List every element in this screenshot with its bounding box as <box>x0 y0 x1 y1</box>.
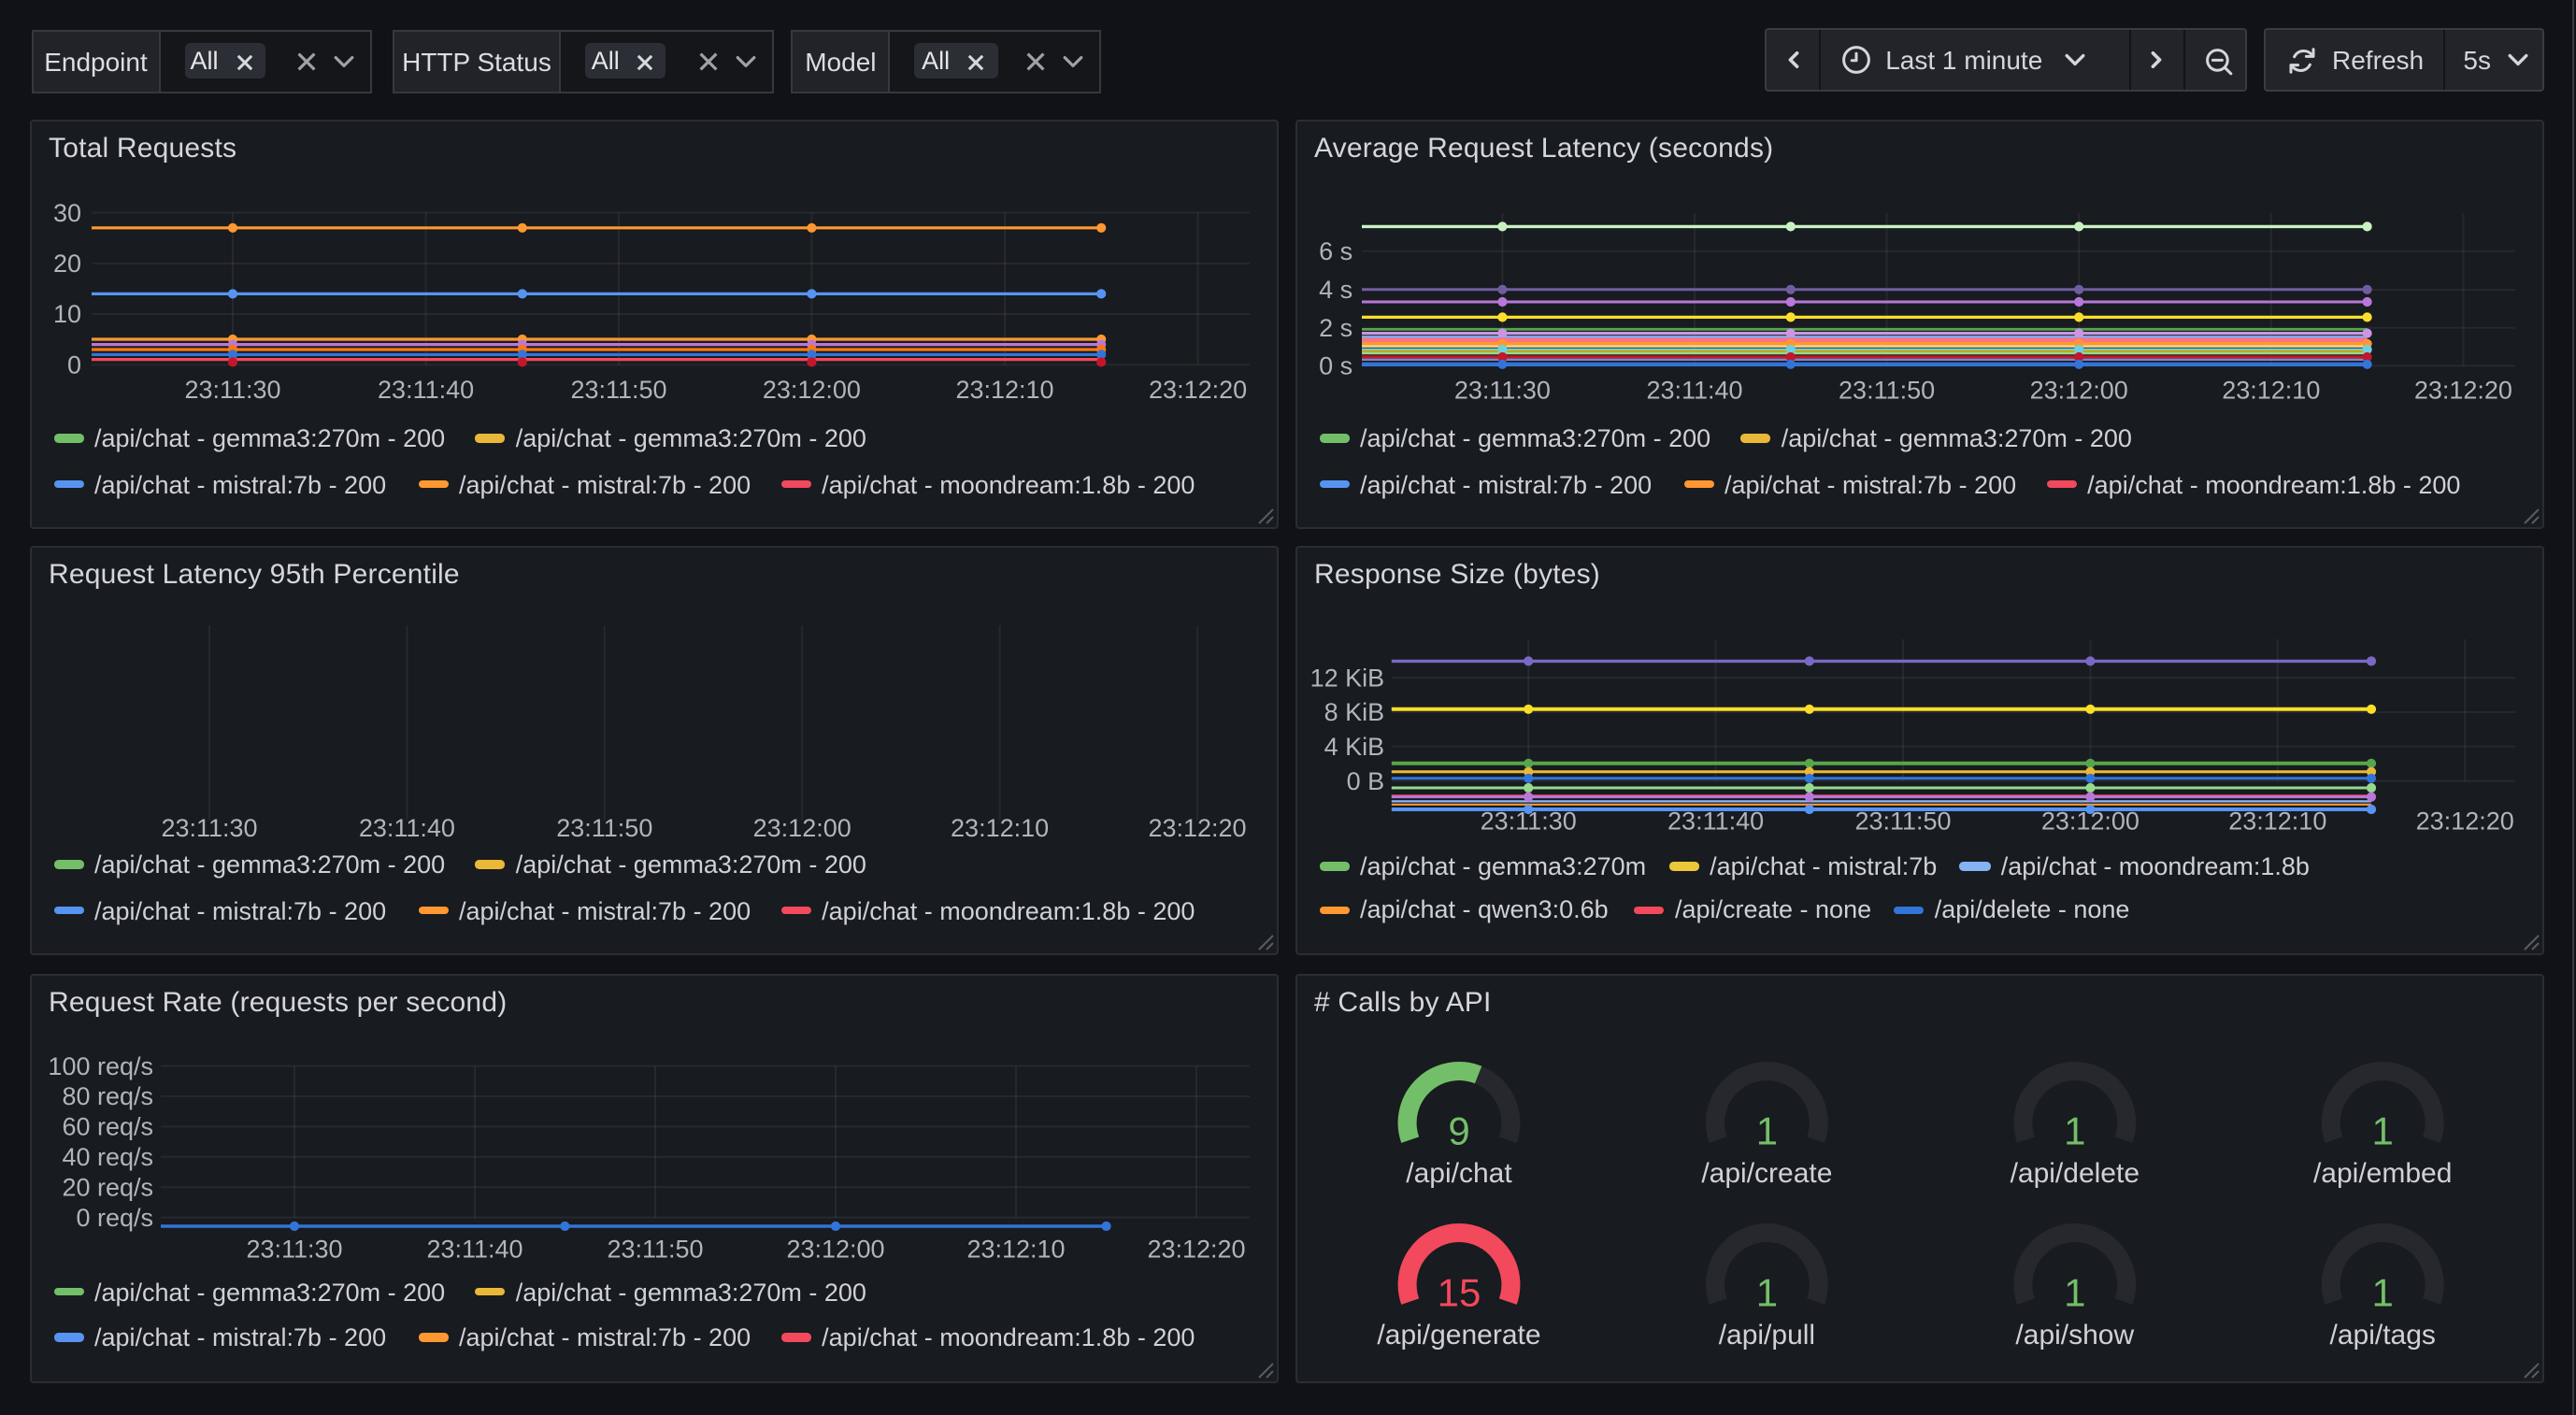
svg-text:23:11:40: 23:11:40 <box>359 814 455 842</box>
svg-text:0 req/s: 0 req/s <box>76 1203 153 1231</box>
svg-text:12 KiB: 12 KiB <box>1310 664 1385 692</box>
svg-text:40 req/s: 40 req/s <box>62 1142 153 1170</box>
svg-text:/api/tags: /api/tags <box>2329 1319 2435 1350</box>
svg-text:1: 1 <box>1756 1108 1778 1151</box>
svg-text:1: 1 <box>2064 1108 2085 1151</box>
svg-text:23:12:00: 23:12:00 <box>753 814 852 842</box>
svg-text:10: 10 <box>53 300 81 328</box>
svg-text:23:11:30: 23:11:30 <box>1454 377 1551 405</box>
svg-text:23:12:20: 23:12:20 <box>1147 1235 1245 1263</box>
svg-text:8 KiB: 8 KiB <box>1324 698 1385 726</box>
svg-text:23:11:40: 23:11:40 <box>378 376 474 404</box>
svg-text:20 req/s: 20 req/s <box>62 1172 153 1200</box>
svg-text:23:12:10: 23:12:10 <box>2222 377 2320 405</box>
svg-text:4 s: 4 s <box>1319 276 1352 304</box>
svg-text:1: 1 <box>1756 1269 1778 1313</box>
svg-text:23:12:00: 23:12:00 <box>786 1235 884 1263</box>
svg-text:23:11:50: 23:11:50 <box>607 1235 703 1263</box>
svg-text:23:12:20: 23:12:20 <box>2414 377 2512 405</box>
svg-text:23:12:20: 23:12:20 <box>1148 814 1246 842</box>
svg-text:/api/show: /api/show <box>2015 1319 2134 1350</box>
svg-text:23:11:40: 23:11:40 <box>426 1235 522 1263</box>
svg-text:23:12:10: 23:12:10 <box>951 814 1049 842</box>
svg-text:23:11:30: 23:11:30 <box>184 376 280 404</box>
svg-text:23:11:50: 23:11:50 <box>1839 377 1935 405</box>
svg-text:23:12:20: 23:12:20 <box>1149 376 1247 404</box>
svg-text:6 s: 6 s <box>1319 237 1352 265</box>
svg-text:/api/delete: /api/delete <box>2011 1157 2140 1188</box>
svg-text:23:11:30: 23:11:30 <box>161 814 257 842</box>
svg-text:15: 15 <box>1438 1269 1481 1313</box>
svg-text:1: 1 <box>2372 1269 2394 1313</box>
svg-text:23:12:10: 23:12:10 <box>955 376 1053 404</box>
svg-text:23:12:20: 23:12:20 <box>2416 807 2514 835</box>
svg-text:/api/chat: /api/chat <box>1406 1157 1512 1188</box>
svg-text:/api/generate: /api/generate <box>1377 1319 1540 1350</box>
svg-text:0 B: 0 B <box>1347 767 1385 795</box>
svg-text:/api/pull: /api/pull <box>1719 1319 1815 1350</box>
svg-text:80 req/s: 80 req/s <box>62 1081 153 1109</box>
svg-text:23:11:30: 23:11:30 <box>246 1235 342 1263</box>
svg-text:100 req/s: 100 req/s <box>48 1051 153 1079</box>
svg-text:23:12:00: 23:12:00 <box>2030 377 2128 405</box>
svg-text:23:11:50: 23:11:50 <box>570 376 666 404</box>
svg-text:60 req/s: 60 req/s <box>62 1112 153 1140</box>
svg-text:23:11:50: 23:11:50 <box>556 814 652 842</box>
svg-text:23:12:00: 23:12:00 <box>763 376 861 404</box>
svg-text:0 s: 0 s <box>1319 352 1352 380</box>
svg-text:/api/create: /api/create <box>1701 1157 1832 1188</box>
svg-text:20: 20 <box>53 250 81 278</box>
svg-text:/api/embed: /api/embed <box>2313 1157 2452 1188</box>
svg-text:2 s: 2 s <box>1319 314 1352 342</box>
svg-text:23:12:10: 23:12:10 <box>966 1235 1065 1263</box>
svg-text:30: 30 <box>53 199 81 227</box>
svg-text:1: 1 <box>2064 1269 2085 1313</box>
svg-text:0: 0 <box>67 350 81 379</box>
svg-text:9: 9 <box>1448 1108 1469 1151</box>
svg-text:1: 1 <box>2372 1108 2394 1151</box>
svg-text:23:11:40: 23:11:40 <box>1646 377 1742 405</box>
svg-text:4 KiB: 4 KiB <box>1324 733 1385 761</box>
